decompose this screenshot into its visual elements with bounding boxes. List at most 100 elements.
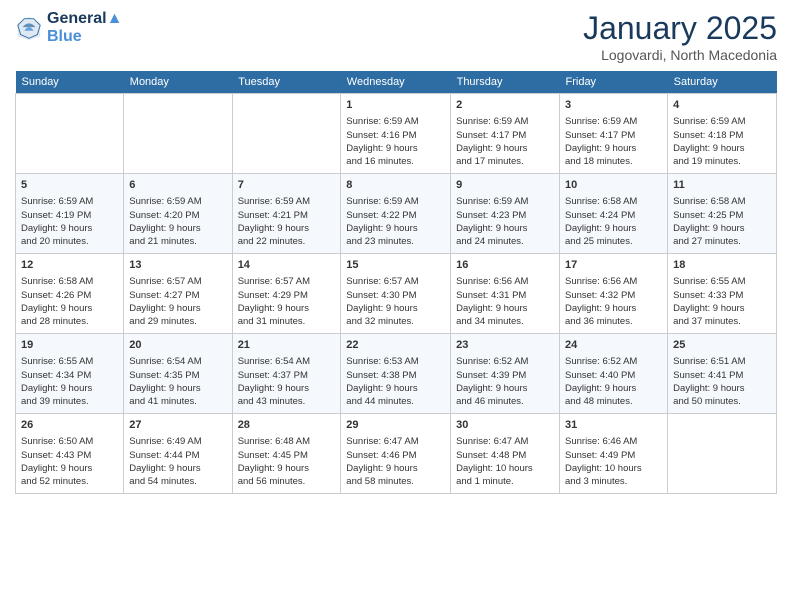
page-container: General▲ Blue January 2025 Logovardi, No… (0, 0, 792, 504)
day-info: Sunset: 4:24 PM (565, 209, 662, 222)
calendar-cell: 1Sunrise: 6:59 AMSunset: 4:16 PMDaylight… (341, 94, 451, 174)
day-info: Sunset: 4:45 PM (238, 449, 336, 462)
day-info: Sunrise: 6:56 AM (565, 275, 662, 288)
day-info: and 43 minutes. (238, 395, 336, 408)
day-info: Sunset: 4:37 PM (238, 369, 336, 382)
day-info: and 34 minutes. (456, 315, 554, 328)
day-info: Sunset: 4:26 PM (21, 289, 118, 302)
calendar-cell (232, 94, 341, 174)
day-info: Daylight: 9 hours (238, 302, 336, 315)
day-info: and 54 minutes. (129, 475, 226, 488)
calendar-cell: 7Sunrise: 6:59 AMSunset: 4:21 PMDaylight… (232, 174, 341, 254)
calendar-cell: 31Sunrise: 6:46 AMSunset: 4:49 PMDayligh… (560, 414, 668, 494)
calendar-cell: 9Sunrise: 6:59 AMSunset: 4:23 PMDaylight… (451, 174, 560, 254)
day-info: Daylight: 9 hours (565, 142, 662, 155)
day-number: 30 (456, 418, 554, 433)
day-info: Sunrise: 6:59 AM (238, 195, 336, 208)
calendar-week-row: 1Sunrise: 6:59 AMSunset: 4:16 PMDaylight… (16, 94, 777, 174)
month-title: January 2025 (583, 10, 777, 47)
day-info: and 18 minutes. (565, 155, 662, 168)
weekday-header: Saturday (668, 71, 777, 94)
day-info: Sunrise: 6:59 AM (129, 195, 226, 208)
day-number: 24 (565, 338, 662, 353)
day-info: Daylight: 9 hours (238, 462, 336, 475)
day-number: 21 (238, 338, 336, 353)
day-info: Sunset: 4:49 PM (565, 449, 662, 462)
calendar-cell: 20Sunrise: 6:54 AMSunset: 4:35 PMDayligh… (124, 334, 232, 414)
day-info: Sunrise: 6:59 AM (456, 115, 554, 128)
day-info: Sunset: 4:44 PM (129, 449, 226, 462)
logo-text: General▲ Blue (47, 10, 122, 45)
day-info: and 37 minutes. (673, 315, 771, 328)
day-info: Sunset: 4:23 PM (456, 209, 554, 222)
day-info: Sunrise: 6:56 AM (456, 275, 554, 288)
calendar-cell: 17Sunrise: 6:56 AMSunset: 4:32 PMDayligh… (560, 254, 668, 334)
calendar-cell: 12Sunrise: 6:58 AMSunset: 4:26 PMDayligh… (16, 254, 124, 334)
day-info: Daylight: 9 hours (565, 302, 662, 315)
title-section: January 2025 Logovardi, North Macedonia (583, 10, 777, 63)
calendar-cell: 28 Sunrise: 6:48 AMSunset: 4:45 PMDayligh… (232, 414, 341, 494)
day-info: Sunset: 4:21 PM (238, 209, 336, 222)
calendar-week-row: 5Sunrise: 6:59 AMSunset: 4:19 PMDaylight… (16, 174, 777, 254)
day-info: and 24 minutes. (456, 235, 554, 248)
day-info: Daylight: 9 hours (346, 142, 445, 155)
day-info: Daylight: 9 hours (673, 142, 771, 155)
day-info: Sunrise: 6:55 AM (21, 355, 118, 368)
day-info: Daylight: 9 hours (21, 382, 118, 395)
day-number: 12 (21, 258, 118, 273)
day-info: Daylight: 9 hours (21, 462, 118, 475)
day-number: 22 (346, 338, 445, 353)
day-number: 28 (238, 418, 336, 433)
weekday-header: Monday (124, 71, 232, 94)
day-info: and 41 minutes. (129, 395, 226, 408)
calendar-cell: 13Sunrise: 6:57 AMSunset: 4:27 PMDayligh… (124, 254, 232, 334)
day-number: 2 (456, 98, 554, 113)
day-info: Daylight: 9 hours (456, 222, 554, 235)
day-info: and 58 minutes. (346, 475, 445, 488)
day-info: Daylight: 9 hours (565, 382, 662, 395)
day-number: 1 (346, 98, 445, 113)
day-info: Sunset: 4:29 PM (238, 289, 336, 302)
day-info: Sunrise: 6:57 AM (346, 275, 445, 288)
calendar-cell: 14Sunrise: 6:57 AMSunset: 4:29 PMDayligh… (232, 254, 341, 334)
calendar-cell: 22Sunrise: 6:53 AMSunset: 4:38 PMDayligh… (341, 334, 451, 414)
day-info: Sunset: 4:33 PM (673, 289, 771, 302)
day-info: Sunrise: 6:48 AM (238, 435, 336, 448)
day-info: and 1 minute. (456, 475, 554, 488)
day-info: Sunrise: 6:57 AM (129, 275, 226, 288)
day-number: 26 (21, 418, 118, 433)
day-number: 10 (565, 178, 662, 193)
calendar-week-row: 19Sunrise: 6:55 AMSunset: 4:34 PMDayligh… (16, 334, 777, 414)
day-info: Sunset: 4:38 PM (346, 369, 445, 382)
day-info: Daylight: 9 hours (129, 222, 226, 235)
day-number: 9 (456, 178, 554, 193)
weekday-header: Tuesday (232, 71, 341, 94)
day-info: Sunset: 4:18 PM (673, 129, 771, 142)
day-number: 5 (21, 178, 118, 193)
day-info: and 16 minutes. (346, 155, 445, 168)
day-info: Sunrise: 6:49 AM (129, 435, 226, 448)
day-info: Daylight: 9 hours (673, 222, 771, 235)
day-info: and 52 minutes. (21, 475, 118, 488)
day-info: and 23 minutes. (346, 235, 445, 248)
calendar-cell: 3Sunrise: 6:59 AMSunset: 4:17 PMDaylight… (560, 94, 668, 174)
day-info: Daylight: 9 hours (21, 302, 118, 315)
day-info: Daylight: 9 hours (456, 382, 554, 395)
day-info: and 36 minutes. (565, 315, 662, 328)
day-number: 17 (565, 258, 662, 273)
day-info: Daylight: 9 hours (346, 222, 445, 235)
day-info: Sunset: 4:17 PM (565, 129, 662, 142)
weekday-header: Sunday (16, 71, 124, 94)
day-info: Sunrise: 6:59 AM (21, 195, 118, 208)
day-info: Daylight: 10 hours (456, 462, 554, 475)
day-info: Daylight: 9 hours (238, 382, 336, 395)
day-number: 7 (238, 178, 336, 193)
day-info: and 31 minutes. (238, 315, 336, 328)
day-info: and 48 minutes. (565, 395, 662, 408)
day-info: Daylight: 9 hours (673, 382, 771, 395)
day-info: and 39 minutes. (21, 395, 118, 408)
day-info: Sunset: 4:30 PM (346, 289, 445, 302)
day-number: 15 (346, 258, 445, 273)
day-info: Sunset: 4:20 PM (129, 209, 226, 222)
logo: General▲ Blue (15, 10, 122, 45)
